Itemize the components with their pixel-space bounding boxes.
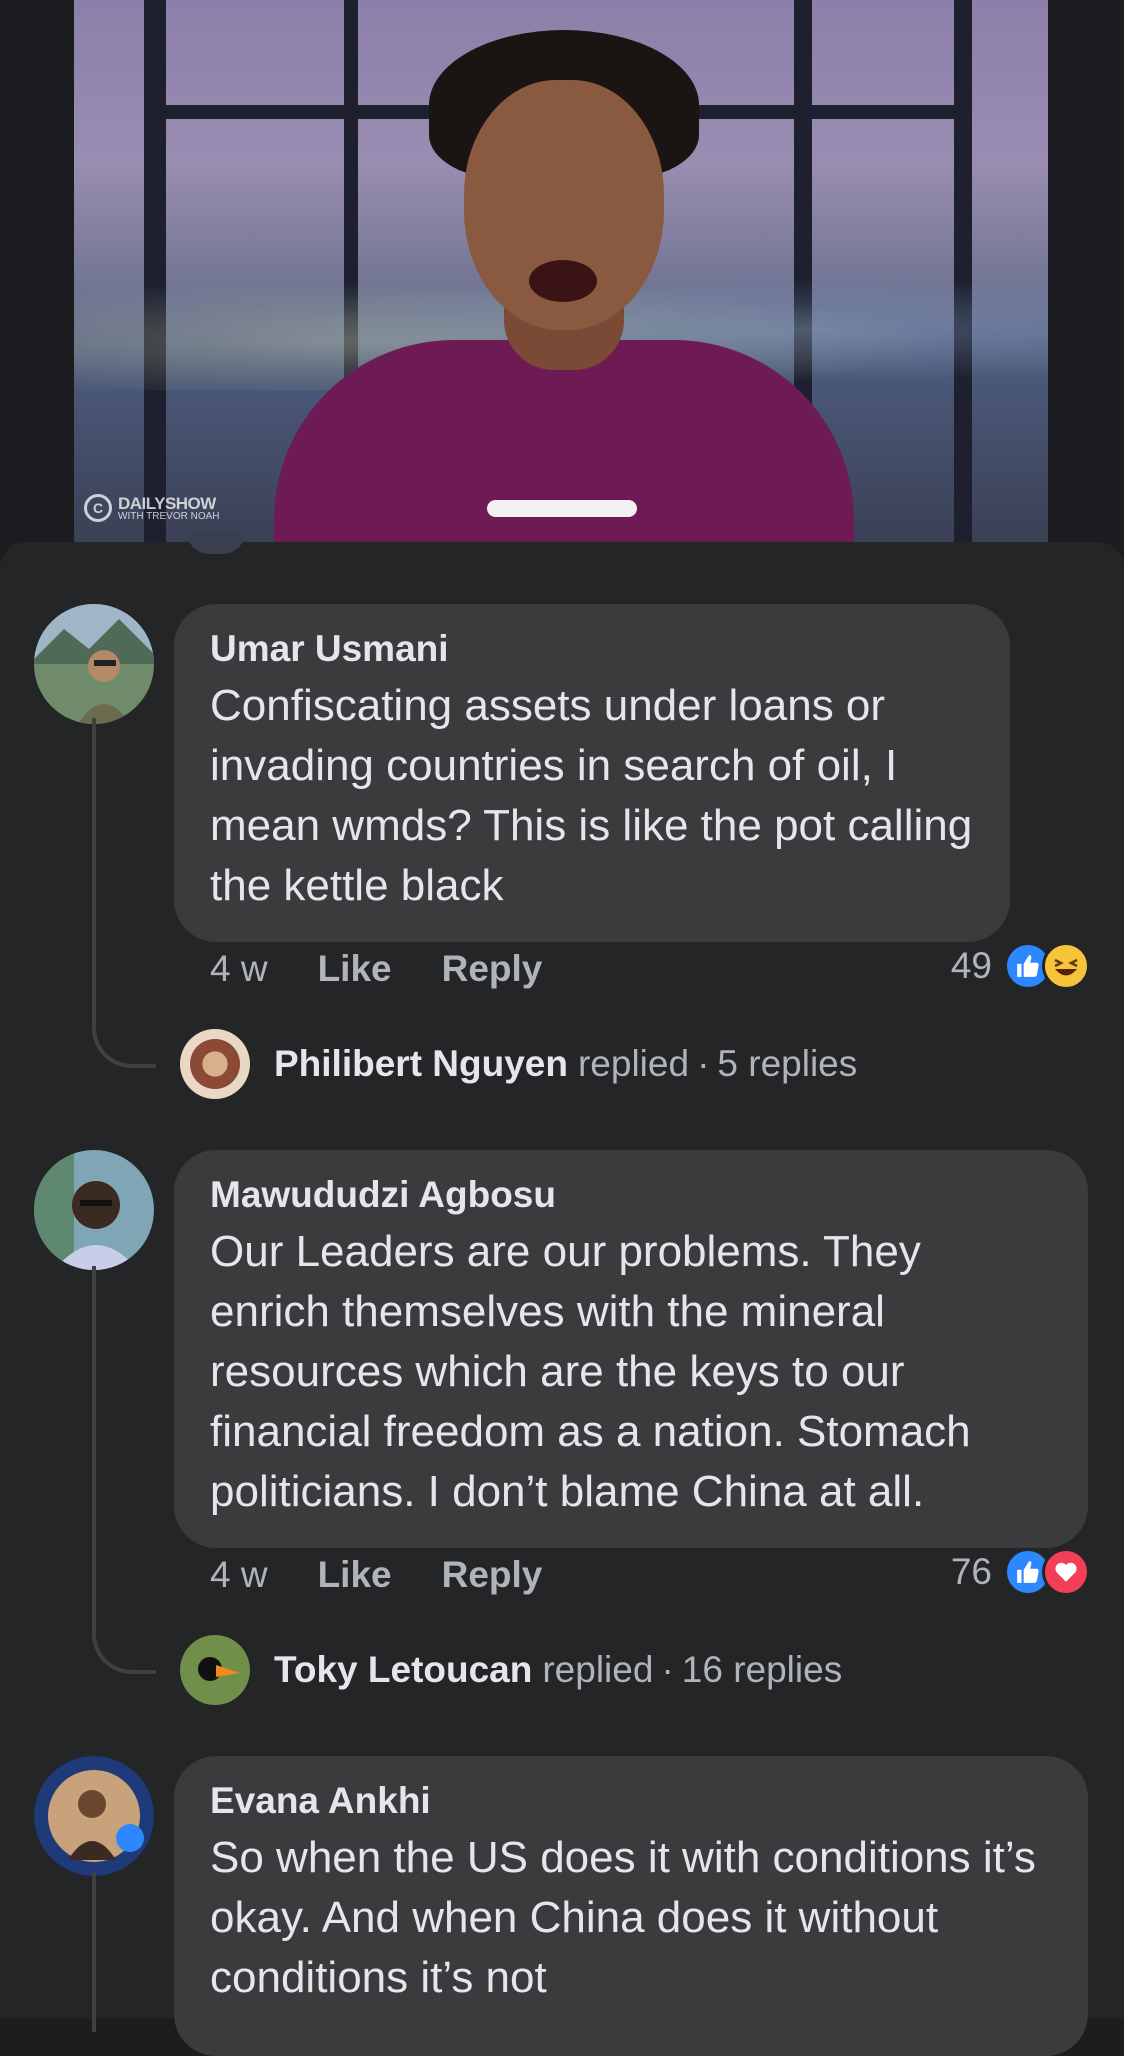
separator-dot: · [661,1649,674,1690]
avatar[interactable] [34,604,154,724]
comment-text: Our Leaders are our problems. They enric… [210,1227,971,1516]
comment-bubble[interactable]: Evana Ankhi So when the US does it with … [174,1756,1088,2056]
avatar [180,1635,250,1705]
haha-icon [1042,942,1090,990]
thread-connector [92,718,156,1068]
comment-actions: 4 w Like Reply [210,948,592,990]
avatar [180,1029,250,1099]
separator-dot: · [697,1043,710,1084]
comment-text: Confiscating assets under loans or invad… [210,681,973,910]
love-icon [1042,1548,1090,1596]
reply-verb: replied [542,1649,654,1690]
replies-preview[interactable]: Toky Letoucan replied · 16 replies [180,1635,842,1705]
comment-text: So when the US does it with conditions i… [210,1833,1036,2002]
like-button[interactable]: Like [318,948,392,990]
show-logo: C DAILYSHOW WITH TREVOR NOAH [84,494,219,522]
video-frame[interactable] [74,0,1048,542]
video-player[interactable]: C DAILYSHOW WITH TREVOR NOAH [0,0,1124,542]
avatar[interactable] [34,1150,154,1270]
comment-author[interactable]: Mawududzi Agbosu [210,1174,1052,1216]
reply-button[interactable]: Reply [442,948,543,990]
reaction-summary[interactable]: 49 [951,942,1090,990]
logo-title: DAILYSHOW [118,493,216,513]
comedy-central-icon: C [84,494,112,522]
replies-preview[interactable]: Philibert Nguyen replied · 5 replies [180,1029,857,1099]
avatar-photo [34,1150,154,1270]
avatar-photo [34,604,154,724]
avatar[interactable] [34,1756,154,1876]
reply-verb: replied [577,1043,690,1084]
reply-button[interactable]: Reply [442,1554,543,1596]
reaction-count: 76 [950,1551,992,1592]
comment-actions: 4 w Like Reply [210,1554,592,1596]
drag-handle[interactable] [487,500,637,517]
host-figure [529,260,597,302]
comment-timestamp[interactable]: 4 w [210,948,268,990]
reply-author: Philibert Nguyen [274,1043,568,1084]
reaction-summary[interactable]: 76 [951,1548,1090,1596]
like-button[interactable]: Like [318,1554,392,1596]
comment-bubble[interactable]: Mawududzi Agbosu Our Leaders are our pro… [174,1150,1088,1548]
thread-connector [92,1872,96,2032]
reply-count: 5 replies [717,1043,858,1084]
comment-author[interactable]: Evana Ankhi [210,1780,1052,1822]
logo-subtitle: WITH TREVOR NOAH [118,510,220,522]
reply-author: Toky Letoucan [274,1649,533,1690]
reply-count: 16 replies [681,1649,843,1690]
reaction-count: 49 [950,945,992,986]
comment-timestamp[interactable]: 4 w [210,1554,268,1596]
comment-bubble[interactable]: Umar Usmani Confiscating assets under lo… [174,604,1010,942]
thread-connector [92,1266,156,1674]
comment-author[interactable]: Umar Usmani [210,628,974,670]
avatar-photo [34,1756,154,1876]
